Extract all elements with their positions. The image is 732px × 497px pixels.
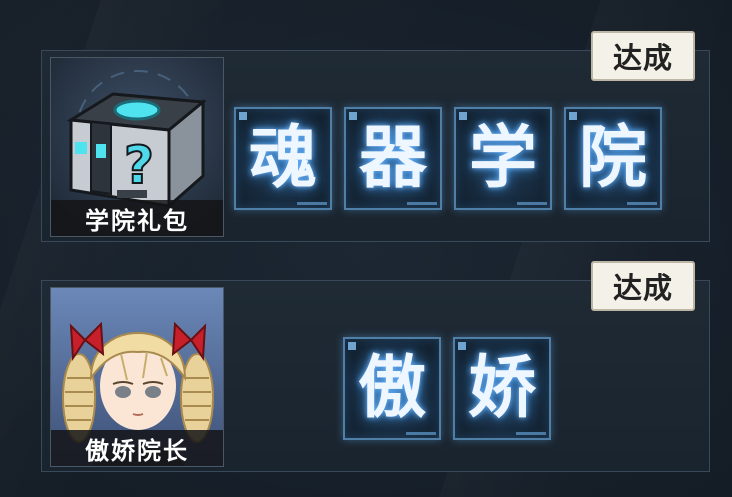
tile-character: 娇 xyxy=(467,348,536,428)
title-tiles: 魂 器 学 院 xyxy=(234,107,662,210)
tile-character: 傲 xyxy=(357,348,426,428)
tile-character: 院 xyxy=(578,118,647,198)
achievement-row-2: 达成 傲娇院长 傲 娇 xyxy=(41,261,710,472)
achieved-badge: 达成 xyxy=(591,31,695,81)
reward-thumbnail[interactable]: ? 学院礼包 xyxy=(50,57,224,237)
char-tile: 傲 xyxy=(343,337,441,440)
char-tile: 魂 xyxy=(234,107,332,210)
title-tiles: 傲 娇 xyxy=(343,337,551,440)
char-tile: 娇 xyxy=(453,337,551,440)
tile-character: 魂 xyxy=(248,118,317,198)
achieved-badge: 达成 xyxy=(591,261,695,311)
char-tile: 学 xyxy=(454,107,552,210)
achievement-row-1: 达成 ? 学院礼包 魂 器 学 院 xyxy=(41,31,710,242)
reward-thumbnail[interactable]: 傲娇院长 xyxy=(50,287,224,467)
reward-label: 傲娇院长 xyxy=(51,430,223,466)
char-tile: 器 xyxy=(344,107,442,210)
svg-text:?: ? xyxy=(124,136,154,196)
tile-character: 学 xyxy=(468,118,537,198)
reward-label: 学院礼包 xyxy=(51,200,223,236)
tile-character: 器 xyxy=(358,118,427,198)
char-tile: 院 xyxy=(564,107,662,210)
